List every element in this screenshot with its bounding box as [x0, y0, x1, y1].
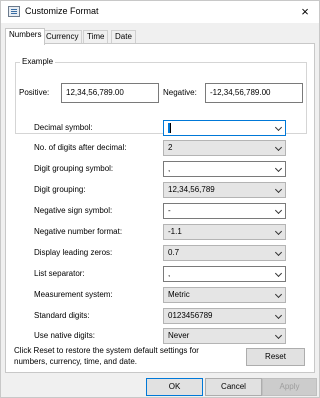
chevron-down-icon [274, 269, 283, 278]
setting-label: Negative sign symbol: [34, 206, 113, 215]
chevron-down-icon [274, 290, 283, 299]
combo-value: Metric [168, 290, 190, 299]
chevron-down-icon [274, 206, 283, 215]
negative-sign-symbol-combo[interactable]: - [163, 203, 286, 219]
combo-value: 0123456789 [168, 311, 213, 320]
digits-after-decimal-combo[interactable]: 2 [163, 140, 286, 156]
chevron-down-icon [274, 123, 283, 132]
positive-example-field: 12,34,56,789.00 [61, 83, 159, 103]
combo-value: 2 [168, 143, 173, 152]
cancel-button[interactable]: Cancel [205, 378, 262, 396]
combo-value: Never [168, 331, 190, 340]
negative-example-field: -12,34,56,789.00 [205, 83, 303, 103]
setting-label: Negative number format: [34, 227, 123, 236]
window-title: Customize Format [25, 6, 99, 16]
chevron-down-icon [274, 331, 283, 340]
chevron-down-icon [274, 143, 283, 152]
negative-label: Negative: [163, 88, 197, 97]
setting-label: No. of digits after decimal: [34, 143, 127, 152]
reset-note: Click Reset to restore the system defaul… [14, 346, 199, 366]
setting-label: Standard digits: [34, 311, 90, 320]
setting-label: List separator: [34, 269, 85, 278]
reset-button[interactable]: Reset [246, 348, 305, 366]
digit-grouping-combo[interactable]: 12,34,56,789 [163, 182, 286, 198]
list-separator-combo[interactable]: , [163, 266, 286, 282]
combo-value: 0.7 [168, 248, 180, 257]
chevron-down-icon [274, 248, 283, 257]
customize-format-dialog: Customize Format × Numbers Currency Time… [0, 0, 320, 398]
chevron-down-icon [274, 185, 283, 194]
leading-zeros-combo[interactable]: 0.7 [163, 245, 286, 261]
tab-date[interactable]: Date [111, 30, 136, 44]
title-bar[interactable]: Customize Format × [1, 1, 319, 23]
standard-digits-combo[interactable]: 0123456789 [163, 308, 286, 324]
measurement-system-combo[interactable]: Metric [163, 287, 286, 303]
apply-button[interactable]: Apply [262, 378, 317, 396]
native-digits-combo[interactable]: Never [163, 328, 286, 344]
setting-label: Digit grouping symbol: [34, 164, 114, 173]
text-caret [170, 122, 171, 133]
setting-label: Display leading zeros: [34, 248, 113, 257]
combo-value: -1.1 [168, 227, 182, 236]
setting-label: Decimal symbol: [34, 123, 93, 132]
setting-label: Measurement system: [34, 290, 113, 299]
ok-button[interactable]: OK [146, 378, 203, 396]
tab-numbers[interactable]: Numbers [5, 28, 46, 45]
combo-value: , [168, 164, 171, 173]
combo-value: - [168, 206, 171, 215]
combo-value: , [168, 269, 171, 278]
setting-label: Digit grouping: [34, 185, 86, 194]
negative-number-format-combo[interactable]: -1.1 [163, 224, 286, 240]
tab-currency[interactable]: Currency [42, 30, 83, 44]
digit-grouping-symbol-combo[interactable]: , [163, 161, 286, 177]
settings-window-icon [8, 6, 20, 17]
tab-time[interactable]: Time [83, 30, 109, 44]
decimal-symbol-combo[interactable] [163, 120, 286, 136]
combo-value: 12,34,56,789 [168, 185, 215, 194]
close-button[interactable]: × [297, 4, 313, 20]
positive-label: Positive: [19, 88, 50, 97]
example-group-legend: Example [20, 57, 56, 66]
chevron-down-icon [274, 311, 283, 320]
chevron-down-icon [274, 227, 283, 236]
chevron-down-icon [274, 164, 283, 173]
setting-label: Use native digits: [34, 331, 95, 340]
numbers-tab-panel: Example Positive: 12,34,56,789.00 Negati… [5, 43, 315, 373]
